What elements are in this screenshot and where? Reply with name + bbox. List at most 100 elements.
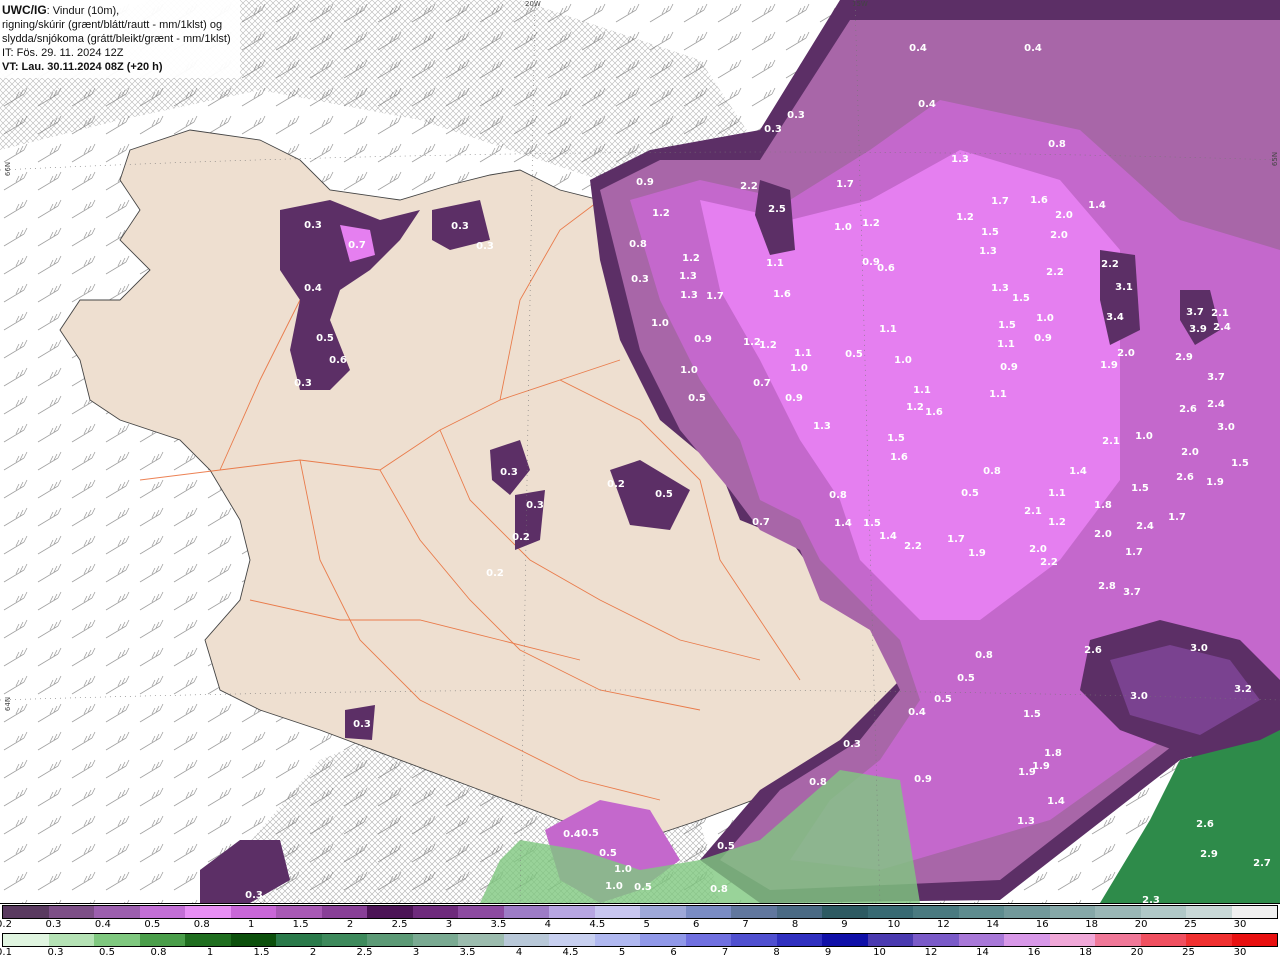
precip-value-label: 1.7 [1168, 512, 1186, 523]
precip-value-label: 1.2 [862, 218, 880, 229]
precip-value-label: 1.3 [813, 421, 831, 432]
legend-swatch [230, 906, 276, 918]
legend-label: 14 [976, 947, 989, 958]
legend-label: 0.3 [45, 919, 62, 930]
legend-label: 16 [1035, 919, 1049, 930]
precip-value-label: 0.5 [934, 694, 952, 705]
precip-value-label: 1.3 [951, 154, 969, 165]
legend-swatch [640, 934, 686, 946]
precip-value-label: 1.4 [1088, 200, 1106, 211]
legend-swatch [139, 906, 185, 918]
legend-swatch [276, 934, 322, 946]
precip-value-label: 2.4 [1213, 322, 1231, 333]
precip-value-label: 1.2 [682, 253, 700, 264]
precip-value-label: 1.1 [997, 339, 1015, 350]
precip-value-label: 0.9 [1034, 333, 1052, 344]
legend-label: 5 [643, 919, 650, 930]
legend-label: 2.5 [391, 919, 408, 930]
lon-label-20w: 20W [525, 0, 541, 8]
precip-value-label: 2.0 [1050, 230, 1068, 241]
legend-swatch [48, 906, 94, 918]
precip-value-label: 0.7 [753, 378, 771, 389]
precip-value-label: 2.8 [1098, 581, 1116, 592]
legend-swatch [321, 934, 367, 946]
legend-snow: 0.2 0.3 0.4 0.5 0.8 1 1.5 2 2.5 3 3.5 4 4.5 5 6 7 8 9 10 12… [0, 905, 1280, 933]
legend-label: 9 [841, 919, 848, 930]
precip-value-label: 0.7 [348, 240, 366, 251]
legend-swatch [185, 906, 231, 918]
precip-value-label: 1.2 [1048, 517, 1066, 528]
precip-value-label: 1.4 [879, 531, 897, 542]
precip-value-label: 0.5 [957, 673, 975, 684]
legend-swatch [1231, 906, 1277, 918]
precip-value-label: 3.7 [1186, 307, 1204, 318]
precip-map[interactable]: 0.4 0.4 0.3 0.3 0.4 0.8 1.3 0.9 2.2 1.7 2.5 1.2 1.0 1… [0, 0, 1280, 903]
precip-value-label: 2.2 [1040, 557, 1058, 568]
legend-swatch [731, 934, 777, 946]
precip-value-label: 3.1 [1115, 282, 1133, 293]
precip-value-label: 1.0 [605, 881, 623, 892]
legend-label: 4 [515, 947, 523, 958]
legend-label: 2 [346, 919, 354, 930]
legend-swatch [1095, 934, 1141, 946]
precip-value-label: 0.6 [877, 263, 895, 274]
legend-swatch [594, 906, 640, 918]
legend-rain: 0.1 0.3 0.5 0.8 1 1.5 2 2.5 3 3.5 4 4.5 5 6 7 8 9 10 12 14 1… [0, 933, 1280, 960]
precip-value-label: 0.5 [655, 489, 673, 500]
precip-value-label: 0.4 [909, 43, 927, 54]
precip-value-label: 0.3 [764, 124, 782, 135]
precip-value-label: 0.2 [512, 532, 530, 543]
precip-value-label: 1.0 [680, 365, 698, 376]
precip-value-label: 0.4 [563, 829, 581, 840]
precip-value-label: 1.5 [1131, 483, 1149, 494]
legend-label: 0.8 [150, 947, 167, 958]
precip-value-label: 1.0 [834, 222, 852, 233]
legend-swatch [913, 906, 959, 918]
precip-value-label: 2.2 [904, 541, 922, 552]
legend-swatch [48, 934, 94, 946]
legend-swatch [822, 906, 868, 918]
precip-value-label: 0.9 [694, 334, 712, 345]
precip-value-label: 2.4 [1207, 399, 1225, 410]
legend-label: 10 [873, 947, 886, 958]
legend-label: 1.5 [253, 947, 270, 958]
precip-value-label: 0.8 [983, 466, 1001, 477]
precip-value-label: 1.8 [1044, 748, 1062, 759]
precip-value-label: 0.3 [353, 719, 371, 730]
precip-value-label: 2.0 [1029, 544, 1047, 555]
precip-value-label: 1.4 [1069, 466, 1087, 477]
legend-swatch [1231, 934, 1277, 946]
precip-value-label: 0.5 [845, 349, 863, 360]
legend-swatch [412, 934, 458, 946]
legend-rain-bar [2, 933, 1278, 947]
precip-value-label: 1.5 [1012, 293, 1030, 304]
precip-value-label: 0.5 [581, 828, 599, 839]
legend-label: 16 [1027, 947, 1041, 958]
legend-label: 25 [1182, 947, 1195, 958]
legend-label: 2.5 [356, 947, 373, 958]
precip-value-label: 2.1 [1211, 308, 1229, 319]
precip-value-label: 0.3 [245, 890, 263, 901]
legend-swatch [276, 906, 322, 918]
precip-value-label: 0.3 [843, 739, 861, 750]
legend-snow-bar [2, 905, 1278, 919]
legend-swatch [94, 906, 140, 918]
precip-value-label: 1.7 [991, 196, 1009, 207]
legend-swatch [776, 906, 822, 918]
legend-label: 8 [773, 947, 780, 958]
precip-value-label: 1.3 [679, 271, 697, 282]
precip-value-label: 0.4 [1024, 43, 1042, 54]
legend-swatch [867, 906, 913, 918]
issue-time: IT: Fös. 29. 11. 2024 12Z [2, 47, 124, 59]
legend-label: 12 [936, 919, 950, 930]
legend-swatch [367, 906, 413, 918]
precip-value-label: 0.9 [914, 774, 932, 785]
precip-value-label: 1.2 [956, 212, 974, 223]
precip-value-label: 1.2 [759, 340, 777, 351]
description-line-3: slydda/snjókoma (grátt/bleikt/grænt - mm… [2, 33, 231, 45]
precip-value-label: 1.0 [651, 318, 669, 329]
legend-label: 0.1 [0, 947, 12, 958]
precip-value-label: 2.6 [1196, 819, 1214, 830]
precip-value-label: 1.9 [1018, 767, 1036, 778]
legend-swatch [1049, 906, 1095, 918]
